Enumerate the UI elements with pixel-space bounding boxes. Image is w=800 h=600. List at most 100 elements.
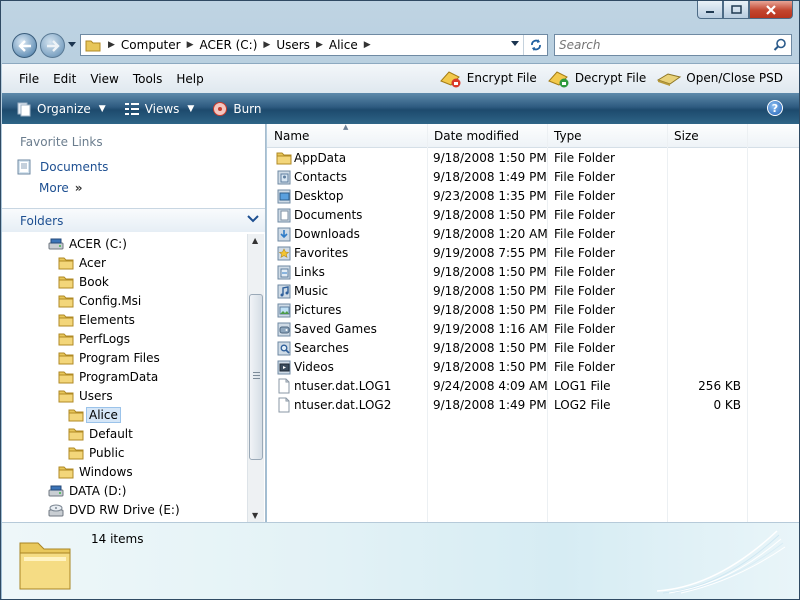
scroll-up-icon[interactable]: ▲ (252, 236, 258, 245)
file-name: Links (294, 265, 325, 279)
tree-item[interactable]: Elements (58, 310, 135, 329)
file-date-modified: 9/18/2008 1:50 PM (433, 303, 547, 317)
videos-folder-icon (277, 360, 291, 375)
folders-header[interactable]: Folders (2, 208, 265, 232)
file-date-modified: 9/18/2008 1:50 PM (433, 151, 547, 165)
file-row[interactable]: ntuser.dat.LOG1 9/24/2008 4:09 AM LOG1 Fil… (267, 377, 799, 396)
minimize-button[interactable] (697, 1, 723, 19)
breadcrumb-separator-icon[interactable]: ▶ (316, 40, 323, 50)
menu-edit[interactable]: Edit (46, 72, 83, 86)
file-row[interactable]: Saved Games 9/19/2008 1:16 AM File Folder (267, 320, 799, 339)
recent-pages-dropdown-icon[interactable] (68, 42, 76, 48)
file-row[interactable]: Music 9/18/2008 1:50 PM File Folder (267, 282, 799, 301)
close-icon (766, 4, 776, 15)
file-name: ntuser.dat.LOG2 (294, 398, 392, 412)
file-name: Contacts (294, 170, 347, 184)
close-button[interactable] (749, 1, 793, 19)
column-header-type[interactable]: Type (554, 129, 582, 143)
burn-button[interactable]: Burn (212, 101, 262, 117)
contacts-folder-icon (277, 170, 291, 185)
menu-view[interactable]: View (83, 72, 125, 86)
file-row[interactable]: Contacts 9/18/2008 1:49 PM File Folder (267, 168, 799, 187)
favorite-more-link[interactable]: More » (39, 181, 83, 195)
breadcrumb-separator-icon[interactable]: ▶ (364, 40, 371, 50)
tree-item[interactable]: Users (58, 386, 113, 405)
file-icon (278, 397, 290, 413)
tree-item[interactable]: Public (68, 443, 125, 462)
tree-item[interactable]: DVD RW Drive (E:) (48, 500, 180, 519)
tree-item[interactable]: Program Files (58, 348, 160, 367)
breadcrumb-acer-c[interactable]: ACER (C:) (200, 38, 258, 52)
file-name: Pictures (294, 303, 342, 317)
breadcrumb-alice[interactable]: Alice (329, 38, 358, 52)
scroll-down-icon[interactable]: ▼ (252, 511, 258, 520)
file-date-modified: 9/19/2008 7:55 PM (433, 246, 547, 260)
file-date-modified: 9/18/2008 1:49 PM (433, 398, 547, 412)
forward-button[interactable] (40, 33, 65, 58)
tree-item[interactable]: Windows (58, 462, 133, 481)
column-header-name[interactable]: Name (274, 129, 309, 143)
search-input[interactable] (555, 35, 755, 55)
folders-label: Folders (20, 214, 64, 228)
breadcrumb-computer[interactable]: Computer (121, 38, 181, 52)
breadcrumb-separator-icon[interactable]: ▶ (108, 40, 115, 50)
refresh-button[interactable] (523, 35, 547, 55)
tree-item[interactable]: Book (58, 272, 109, 291)
file-type: File Folder (554, 322, 615, 336)
menu-tools[interactable]: Tools (126, 72, 170, 86)
decrypt-lock-icon (547, 71, 569, 88)
file-row[interactable]: Links 9/18/2008 1:50 PM File Folder (267, 263, 799, 282)
encrypt-file-button[interactable]: Encrypt File (439, 68, 537, 88)
decrypt-file-label: Decrypt File (574, 71, 647, 85)
tree-item[interactable]: ProgramData (58, 367, 158, 386)
file-date-modified: 9/24/2008 4:09 AM (433, 379, 548, 393)
file-date-modified: 9/18/2008 1:50 PM (433, 341, 547, 355)
back-button[interactable] (12, 33, 37, 58)
decrypt-file-button[interactable]: Decrypt File (547, 68, 646, 88)
file-row[interactable]: Documents 9/18/2008 1:50 PM File Folder (267, 206, 799, 225)
file-type: File Folder (554, 227, 615, 241)
tree-item[interactable]: Acer (58, 253, 106, 272)
help-button[interactable]: ? (767, 100, 783, 116)
breadcrumb-separator-icon[interactable]: ▶ (263, 40, 270, 50)
file-row-icon (276, 378, 292, 397)
file-row[interactable]: ntuser.dat.LOG2 9/18/2008 1:49 PM LOG2 Fil… (267, 396, 799, 415)
menu-help[interactable]: Help (169, 72, 210, 86)
breadcrumb-users[interactable]: Users (276, 38, 310, 52)
file-row[interactable]: Pictures 9/18/2008 1:50 PM File Folder (267, 301, 799, 320)
organize-button[interactable]: Organize ▼ (16, 101, 106, 117)
sort-ascending-icon: ▲ (343, 123, 349, 131)
tree-item[interactable]: ACER (C:) (48, 234, 127, 253)
search-icon[interactable] (773, 38, 787, 52)
tree-item[interactable]: PerfLogs (58, 329, 130, 348)
tree-item[interactable]: Config.Msi (58, 291, 141, 310)
tree-item-label: Acer (79, 255, 106, 270)
tree-item[interactable]: DATA (D:) (48, 481, 126, 500)
tree-item[interactable]: Alice (68, 405, 121, 424)
tree-item-label: Program Files (79, 350, 160, 365)
file-date-modified: 9/19/2008 1:16 AM (433, 322, 548, 336)
views-button[interactable]: Views ▼ (124, 101, 194, 117)
file-row[interactable]: Videos 9/18/2008 1:50 PM File Folder (267, 358, 799, 377)
file-row[interactable]: Searches 9/18/2008 1:50 PM File Folder (267, 339, 799, 358)
file-date-modified: 9/18/2008 1:50 PM (433, 284, 547, 298)
column-header-date-modified[interactable]: Date modified (434, 129, 519, 143)
file-row[interactable]: Desktop 9/23/2008 1:35 PM File Folder (267, 187, 799, 206)
open-close-psd-button[interactable]: Open/Close PSD (656, 68, 783, 88)
file-date-modified: 9/23/2008 1:35 PM (433, 189, 547, 203)
tree-item[interactable]: Default (68, 424, 133, 443)
scrollbar-thumb[interactable] (249, 294, 263, 460)
column-header-size[interactable]: Size (674, 129, 699, 143)
file-row[interactable]: Favorites 9/19/2008 7:55 PM File Folder (267, 244, 799, 263)
folder-tree-scrollbar[interactable]: ▲ ▼ (247, 234, 264, 522)
address-dropdown-icon[interactable] (511, 41, 519, 47)
favorite-documents-link[interactable]: Documents (16, 158, 108, 176)
menu-file[interactable]: File (2, 72, 46, 86)
file-type: LOG1 File (554, 379, 611, 393)
maximize-button[interactable] (723, 1, 749, 19)
breadcrumb-separator-icon[interactable]: ▶ (187, 40, 194, 50)
file-row[interactable]: AppData 9/18/2008 1:50 PM File Folder (267, 149, 799, 168)
address-bar[interactable]: ▶ Computer ▶ ACER (C:) ▶ Users ▶ Alice ▶ (80, 34, 548, 56)
back-arrow-icon (17, 39, 31, 52)
file-row[interactable]: Downloads 9/18/2008 1:20 AM File Folder (267, 225, 799, 244)
